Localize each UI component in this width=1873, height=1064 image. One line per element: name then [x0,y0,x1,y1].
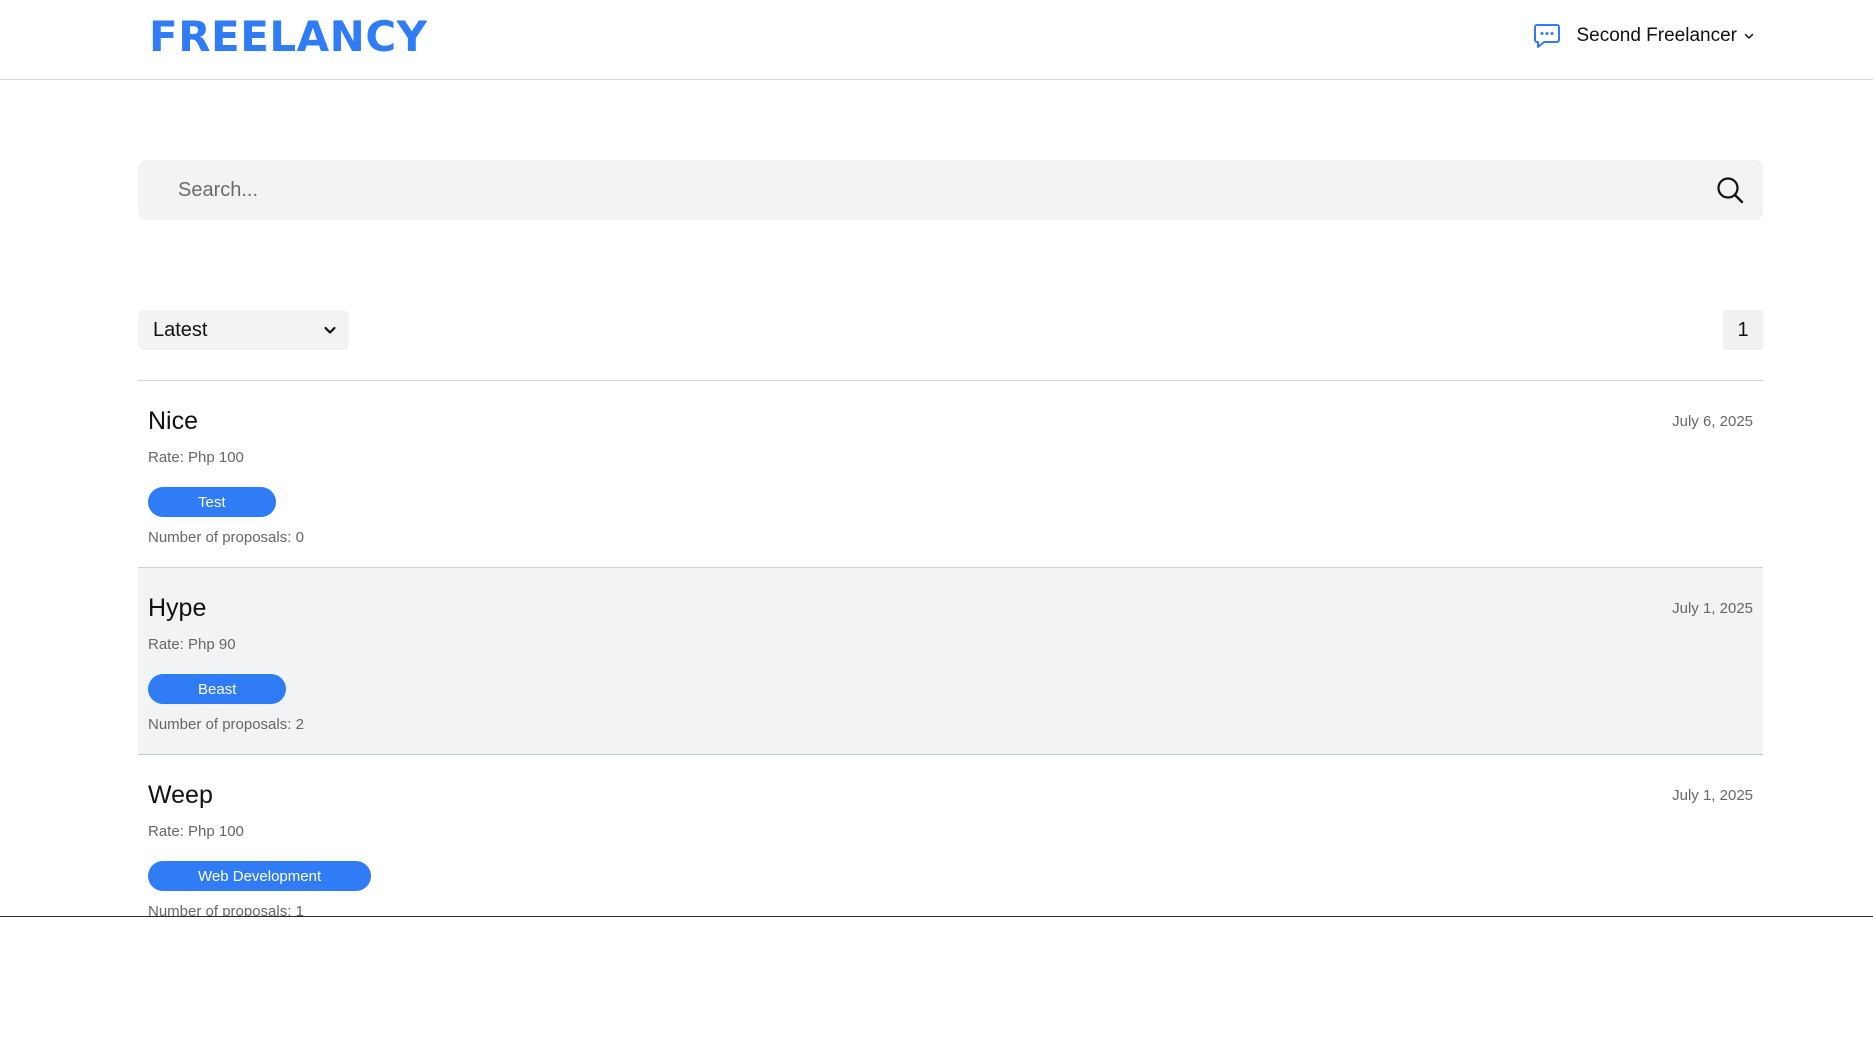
search-input[interactable] [178,160,1678,220]
sort-selected-value: Latest [153,318,208,341]
app-viewport: FREELANCY Second Freelancer Search... La… [0,0,1873,917]
user-name: Second Freelancer [1576,25,1737,46]
brand-logo[interactable]: FREELANCY [149,12,428,61]
job-card[interactable]: Weep July 1, 2025 Rate: Php 100 Web Deve… [138,755,1763,917]
job-date: July 1, 2025 [1672,787,1753,804]
job-category-tag[interactable]: Test [148,487,276,517]
chat-bubble-icon[interactable] [1532,21,1562,51]
job-date: July 1, 2025 [1672,600,1753,617]
job-rate: Rate: Php 100 [148,449,244,466]
user-menu-button[interactable]: Second Freelancer [1576,25,1755,47]
job-category-tag[interactable]: Beast [148,674,287,704]
job-rate: Rate: Php 100 [148,823,244,840]
job-card[interactable]: Hype July 1, 2025 Rate: Php 90 Beast Num… [138,568,1763,755]
pagination-page-1[interactable]: 1 [1723,310,1763,350]
job-proposals-count: Number of proposals: 1 [148,903,304,917]
job-proposals-count: Number of proposals: 2 [148,716,304,733]
job-title: Nice [148,407,199,435]
job-proposals-count: Number of proposals: 0 [148,529,304,546]
job-title: Weep [148,781,213,809]
chevron-down-icon [323,323,337,337]
job-category-tag[interactable]: Web Development [148,861,372,891]
search-icon[interactable] [1715,175,1745,205]
job-title: Hype [148,594,207,622]
job-card[interactable]: Nice July 6, 2025 Rate: Php 100 Test Num… [138,381,1763,568]
sort-select[interactable]: Latest [138,310,349,350]
job-date: July 6, 2025 [1672,413,1753,430]
job-list: Nice July 6, 2025 Rate: Php 100 Test Num… [138,380,1763,917]
job-rate: Rate: Php 90 [148,636,236,653]
search-bar [138,160,1763,220]
user-area: Second Freelancer [1532,20,1755,52]
chevron-down-icon [1743,30,1755,42]
top-navbar: FREELANCY Second Freelancer [0,0,1873,80]
